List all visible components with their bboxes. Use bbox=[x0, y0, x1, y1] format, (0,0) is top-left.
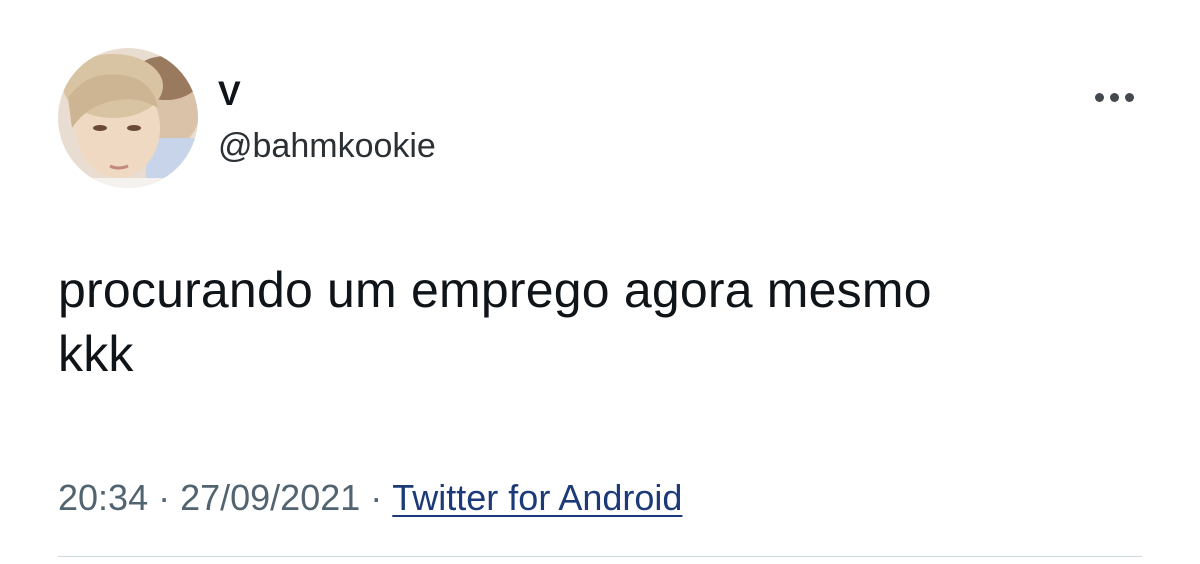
tweet-text: procurando um emprego agora mesmo kkk bbox=[58, 258, 1138, 386]
avatar-image bbox=[58, 48, 198, 188]
divider bbox=[58, 556, 1142, 557]
tweet-time[interactable]: 20:34 bbox=[58, 477, 148, 518]
tweet-text-line: procurando um emprego agora mesmo bbox=[58, 262, 932, 318]
more-dot bbox=[1124, 92, 1134, 102]
author-handle[interactable]: @bahmkookie bbox=[218, 126, 436, 166]
meta-separator: · bbox=[158, 477, 171, 518]
more-dot bbox=[1094, 92, 1104, 102]
tweet-date[interactable]: 27/09/2021 bbox=[180, 477, 360, 518]
more-dot bbox=[1109, 92, 1119, 102]
avatar[interactable] bbox=[58, 48, 198, 188]
tweet-metadata: 20:34 · 27/09/2021 · Twitter for Android bbox=[58, 476, 682, 520]
tweet-text-line: kkk bbox=[58, 326, 134, 382]
more-options-icon[interactable] bbox=[1086, 84, 1142, 110]
author-display-name[interactable]: V bbox=[218, 74, 241, 114]
meta-separator: · bbox=[370, 477, 383, 518]
tweet-card: V @bahmkookie procurando um emprego agor… bbox=[0, 0, 1200, 564]
tweet-source-link[interactable]: Twitter for Android bbox=[392, 477, 682, 518]
